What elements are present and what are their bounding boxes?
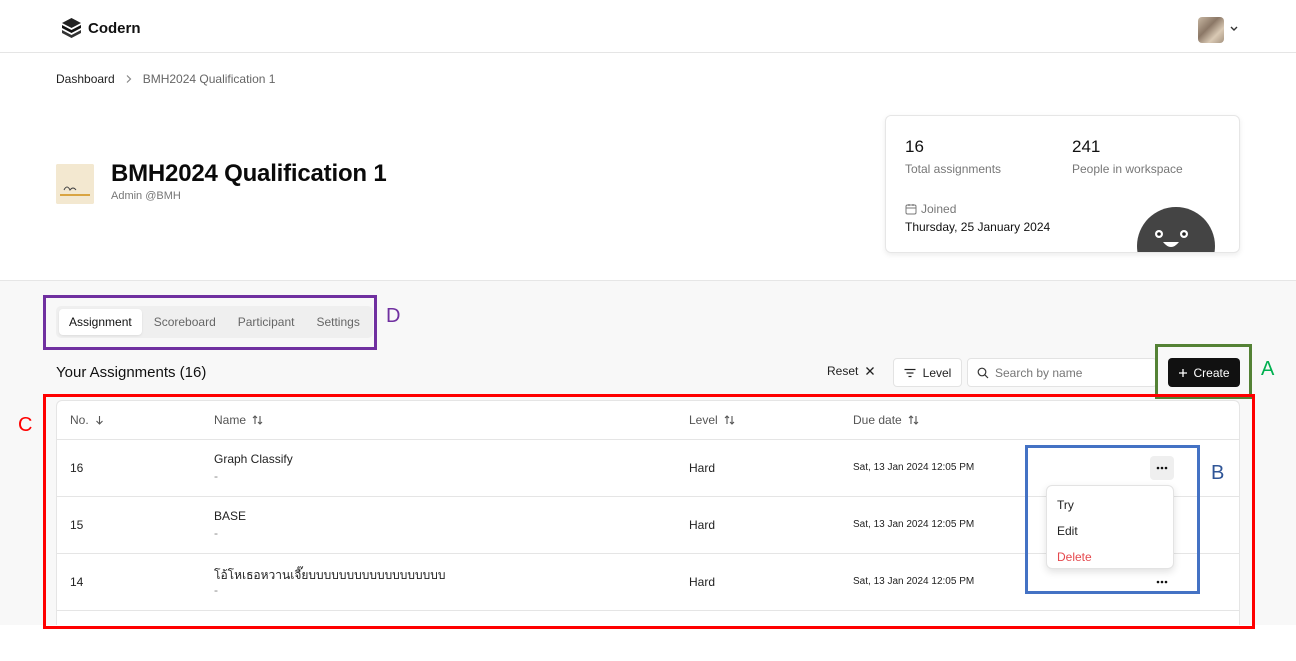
annotation-label-d: D [386, 305, 401, 327]
user-avatar[interactable] [1198, 17, 1224, 43]
annotation-box-c [43, 394, 1255, 629]
app-logo[interactable]: Codern [62, 18, 141, 38]
joined-date: Thursday, 25 January 2024 [905, 220, 1051, 234]
total-assignments-value: 16 [905, 137, 924, 156]
search-box [967, 358, 1157, 387]
hackathon-logo-icon [56, 164, 94, 204]
joined-row: Joined [905, 202, 956, 216]
breadcrumb-dashboard-link[interactable]: Dashboard [56, 72, 115, 86]
breadcrumb: Dashboard BMH2024 Qualification 1 [56, 72, 275, 86]
joined-label: Joined [921, 202, 957, 216]
chevron-down-icon[interactable] [1228, 22, 1240, 36]
annotation-box-d [43, 295, 377, 350]
app-name: Codern [88, 19, 141, 37]
people-value: 241 [1072, 137, 1101, 156]
reset-filters-button[interactable]: Reset [827, 364, 875, 378]
workspace-owner: Admin @BMH [111, 190, 181, 202]
codern-logo-icon [62, 18, 81, 38]
filter-icon [904, 368, 916, 377]
level-filter-button[interactable]: Level [893, 358, 962, 387]
annotation-label-c: C [18, 414, 33, 436]
workspace-title: BMH2024 Qualification 1 [111, 160, 387, 187]
search-icon [977, 367, 989, 378]
reset-label: Reset [827, 364, 859, 378]
search-input[interactable] [995, 365, 1145, 380]
section-title: Your Assignments (16) [56, 364, 207, 381]
total-assignments-label: Total assignments [905, 162, 1002, 176]
chevron-right-icon [126, 75, 132, 83]
breadcrumb-current: BMH2024 Qualification 1 [142, 72, 276, 86]
annotation-label-a: A [1261, 358, 1275, 380]
top-navbar: Codern [0, 0, 1296, 53]
workspace-stats-card: 16 Total assignments 241 People in works… [885, 115, 1240, 253]
workspace-logo [56, 164, 94, 204]
annotation-box-a [1155, 344, 1252, 399]
close-icon [866, 367, 875, 375]
mascot-illustration [1137, 207, 1215, 252]
calendar-icon [905, 204, 917, 215]
people-label: People in workspace [1072, 162, 1183, 176]
level-filter-label: Level [922, 365, 952, 380]
